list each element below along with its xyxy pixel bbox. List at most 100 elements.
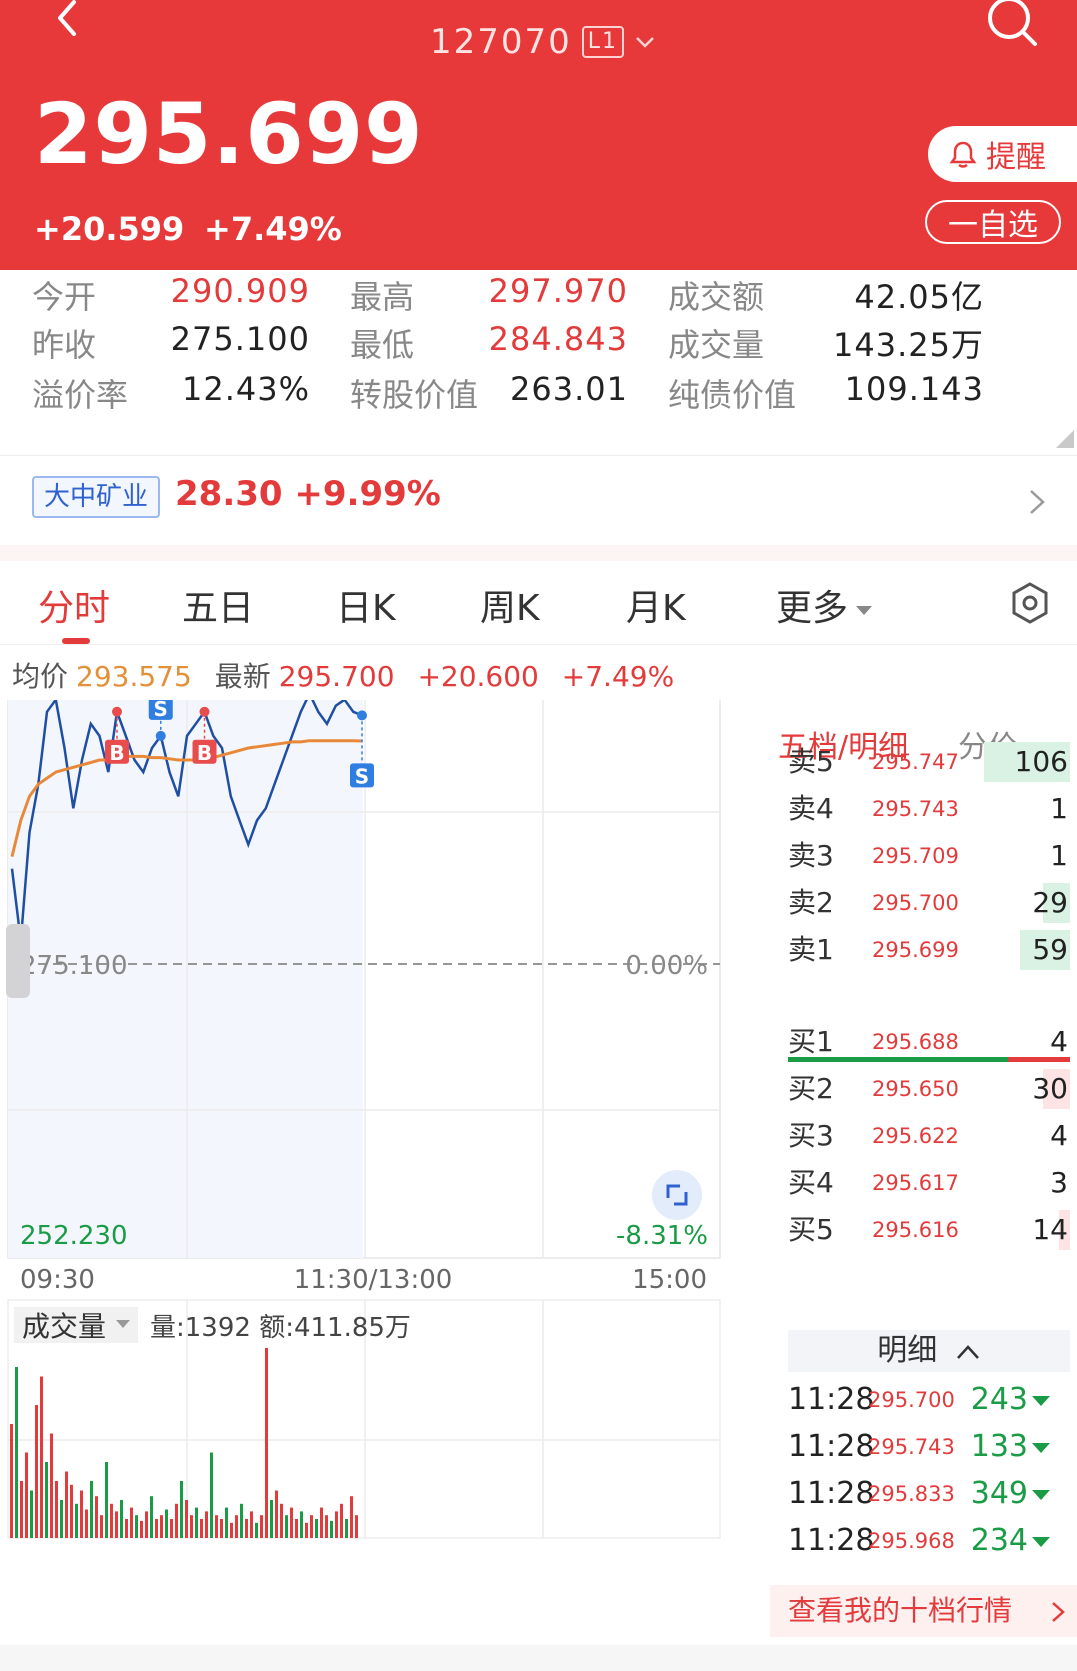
y-label-top: 297.970 — [20, 700, 128, 705]
chevron-up-icon — [956, 1344, 979, 1359]
intraday-chart[interactable]: B S B S 297.970 275.100 252.230 8.31% 0.00% -8.31… — [0, 700, 770, 1640]
volume-bar — [130, 1507, 133, 1538]
sell-level-row[interactable]: 卖1 295.699 59 — [770, 930, 1070, 970]
volume-bar — [195, 1507, 198, 1538]
volume-bar — [35, 1405, 38, 1538]
stat-label: 最高 — [350, 278, 415, 316]
sell-level-row[interactable]: 卖3 295.709 1 — [770, 836, 1070, 876]
volume-bar — [75, 1503, 78, 1538]
buy-level-vol: 4 — [1050, 1025, 1068, 1058]
dropdown-triangle-icon — [856, 605, 873, 615]
stat-label: 昨收 — [32, 326, 97, 364]
volume-bar — [310, 1515, 313, 1538]
volume-bar — [45, 1462, 48, 1538]
sell-level-row[interactable]: 卖4 295.743 1 — [770, 789, 1070, 829]
buy-level-row[interactable]: 买3 295.622 4 — [770, 1116, 1070, 1156]
sell-level-name: 卖5 — [788, 745, 834, 778]
stat-value: 263.01 — [510, 370, 628, 408]
tab-monthly-k[interactable]: 月K — [626, 579, 686, 631]
volume-bar — [305, 1522, 308, 1538]
buy-level-price: 295.616 — [872, 1218, 959, 1242]
stat-label: 纯债价值 — [668, 376, 797, 414]
underlying-stock-quote: 28.30 +9.99% — [175, 474, 441, 514]
remove-watchlist-button[interactable]: 一自选 — [925, 200, 1061, 244]
volume-bar — [225, 1507, 228, 1538]
trade-marker-dot — [155, 730, 166, 741]
volume-bar — [180, 1481, 183, 1538]
average-price-row: 均价 293.575 最新 295.700 +20.600 +7.49% — [12, 655, 688, 695]
bell-icon — [949, 141, 977, 168]
volume-bar — [135, 1515, 138, 1538]
buy-level-row[interactable]: 买4 295.617 3 — [770, 1163, 1070, 1203]
x-label-midday: 11:30/13:00 — [294, 1265, 453, 1295]
settings-hex-icon[interactable] — [1010, 581, 1050, 625]
volume-bar — [275, 1490, 278, 1538]
tab-five-day[interactable]: 五日 — [182, 579, 254, 631]
volume-bar — [280, 1503, 283, 1538]
expand-corner-icon[interactable] — [1056, 430, 1074, 448]
underlying-stock-row[interactable]: 大中矿业 28.30 +9.99% — [0, 455, 1077, 545]
tab-daily-k[interactable]: 日K — [336, 579, 396, 631]
alert-button[interactable]: 提醒 — [928, 126, 1077, 182]
volume-bar — [215, 1515, 218, 1538]
buy-level-row[interactable]: 买1 295.688 4 — [770, 1022, 1070, 1062]
volume-bar — [20, 1481, 23, 1538]
buy-level-name: 买3 — [788, 1119, 834, 1152]
volume-bar — [170, 1519, 173, 1538]
buy-level-row[interactable]: 买2 295.650 30 — [770, 1069, 1070, 1109]
volume-bar — [250, 1511, 253, 1538]
detail-toggle[interactable]: 明细 — [788, 1330, 1070, 1372]
volume-bar — [125, 1519, 128, 1538]
buy-level-vol: 30 — [1032, 1072, 1068, 1105]
sell-level-row[interactable]: 卖5 295.747 106 — [770, 742, 1070, 782]
volume-bar — [40, 1376, 43, 1538]
quote-header: 127070 L1 295.699 +20.599 +7.49% 提醒 一自选 — [0, 0, 1077, 270]
stat-value: 12.43% — [181, 370, 310, 408]
volume-bar — [115, 1511, 118, 1538]
tick-time: 11:28 — [788, 1429, 875, 1464]
volume-bar — [285, 1515, 288, 1538]
order-book: 五档/明细分价 卖5295.747106卖4295.7431卖3295.7091… — [770, 700, 1077, 1640]
stat-value: 109.143 — [844, 370, 984, 408]
view-ten-level-link[interactable]: 查看我的十档行情 — [770, 1585, 1077, 1637]
ten-level-label: 查看我的十档行情 — [788, 1594, 1013, 1627]
tab-weekly-k[interactable]: 周K — [480, 579, 540, 631]
volume-bar — [50, 1433, 53, 1538]
sell-level-row[interactable]: 卖2 295.700 29 — [770, 883, 1070, 923]
y-label-mid: 275.100 — [20, 951, 128, 981]
volume-bar — [270, 1500, 273, 1538]
section-separator — [0, 545, 1077, 561]
volume-bar — [110, 1503, 113, 1538]
tab-intraday[interactable]: 分时 — [38, 579, 110, 631]
sell-level-price: 295.747 — [872, 750, 959, 774]
volume-bar — [105, 1462, 108, 1538]
volume-bar — [95, 1496, 98, 1538]
back-arrow-icon[interactable] — [48, 0, 88, 40]
chevron-right-icon — [1030, 490, 1045, 514]
stat-label: 溢价率 — [32, 376, 129, 414]
volume-bar — [90, 1481, 93, 1538]
buy-level-name: 买4 — [788, 1166, 834, 1199]
buy-level-vol: 3 — [1050, 1166, 1068, 1199]
trade-marker-dot — [112, 706, 122, 717]
tab-more-label: 更多 — [776, 588, 849, 629]
security-code[interactable]: 127070 L1 — [430, 22, 656, 62]
volume-bar — [230, 1522, 233, 1538]
volume-bar — [190, 1515, 193, 1538]
stat-value: 290.909 — [170, 272, 310, 310]
volume-bar — [185, 1500, 188, 1538]
search-icon[interactable] — [985, 0, 1041, 50]
volume-bar — [350, 1496, 353, 1538]
volume-selector-label: 成交量 — [22, 1310, 106, 1343]
tick-vol: 234 — [970, 1523, 1028, 1558]
volume-bar — [65, 1471, 68, 1538]
buy-level-vol: 14 — [1032, 1213, 1068, 1246]
buy-level-row[interactable]: 买5 295.616 14 — [770, 1210, 1070, 1250]
tab-more[interactable]: 更多 — [776, 579, 873, 631]
volume-bar — [70, 1484, 73, 1538]
avg-value: 293.575 — [76, 660, 192, 693]
volume-bar — [165, 1509, 168, 1538]
stat-label: 成交量 — [668, 326, 765, 364]
sell-level-name: 卖1 — [788, 933, 834, 966]
trade-marker-label: B — [197, 741, 212, 765]
